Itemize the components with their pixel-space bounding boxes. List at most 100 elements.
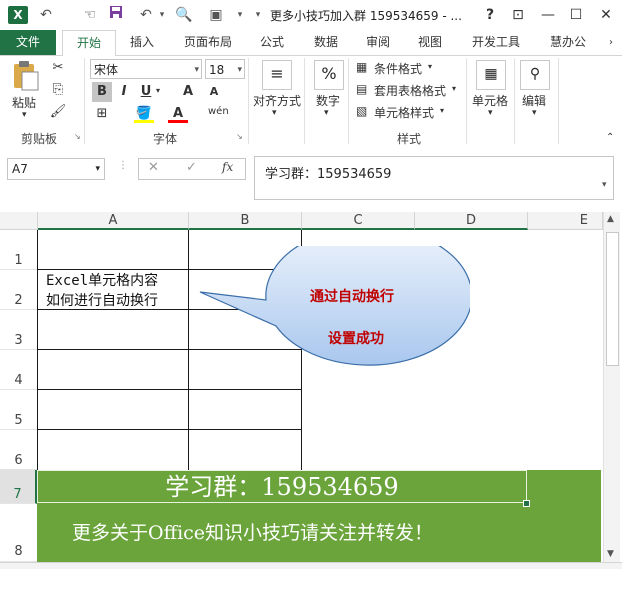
separator bbox=[304, 58, 305, 144]
separator bbox=[348, 58, 349, 144]
cell-styles-icon: ▧ bbox=[356, 104, 368, 118]
tab-view[interactable]: 视图 bbox=[408, 30, 452, 55]
cut-icon[interactable]: ✂ bbox=[48, 58, 68, 78]
column-header-d[interactable]: D bbox=[415, 212, 528, 230]
ribbon: 粘贴 ▾ ✂ ⎘ 🖌 剪贴板 ↘ 宋体 ▾ 18 ▾ B I U ▾ A A ⊞ 🪣… bbox=[0, 56, 622, 149]
tab-page-layout[interactable]: 页面布局 bbox=[176, 30, 240, 55]
qat-more-icon[interactable]: ▾ bbox=[248, 5, 268, 25]
enter-button[interactable]: ✓ bbox=[186, 160, 197, 175]
binoculars-icon[interactable]: ⚲ bbox=[520, 60, 550, 90]
row-header-2[interactable]: 2 bbox=[0, 270, 37, 310]
ribbon-display-button[interactable]: ⊡ bbox=[506, 4, 530, 26]
tab-review[interactable]: 审阅 bbox=[356, 30, 400, 55]
tab-developer[interactable]: 开发工具 bbox=[462, 30, 530, 55]
tab-insert[interactable]: 插入 bbox=[118, 30, 166, 55]
expand-formula-bar-icon[interactable]: ▾ bbox=[602, 180, 607, 190]
print-preview-icon[interactable]: 🔍 bbox=[174, 5, 194, 25]
touch-mode-icon[interactable]: ☜ bbox=[80, 5, 100, 25]
close-button[interactable]: ✕ bbox=[594, 4, 618, 26]
maximize-button[interactable]: ☐ bbox=[564, 4, 588, 26]
tab-data[interactable]: 数据 bbox=[304, 30, 348, 55]
collapse-ribbon-icon[interactable]: ⌃ bbox=[606, 132, 614, 143]
font-color-button[interactable]: A bbox=[168, 104, 188, 123]
formula-input[interactable]: 学习群：159534659 bbox=[254, 156, 614, 200]
borders-icon[interactable]: ⊞ bbox=[92, 104, 112, 124]
column-header-e[interactable]: E bbox=[528, 212, 603, 230]
underline-dropdown-icon[interactable]: ▾ bbox=[156, 86, 160, 95]
chevron-down-icon[interactable]: ▾ bbox=[452, 84, 456, 93]
chevron-down-icon[interactable]: ▾ bbox=[440, 106, 444, 115]
italic-button[interactable]: I bbox=[114, 82, 134, 102]
scroll-up-icon[interactable]: ▲ bbox=[607, 214, 614, 224]
formula-bar-grip-icon: ⋮ bbox=[118, 160, 128, 171]
help-button[interactable]: ? bbox=[478, 4, 502, 26]
row-header-7[interactable]: 7 bbox=[0, 470, 37, 504]
camera-icon[interactable]: ▣ bbox=[206, 5, 226, 25]
separator bbox=[514, 58, 515, 144]
phonetic-guide-button[interactable]: wén bbox=[208, 102, 229, 122]
conditional-format-button[interactable]: 条件格式 bbox=[374, 60, 422, 77]
insert-function-button[interactable]: fx bbox=[222, 160, 233, 174]
undo-dropdown-icon[interactable]: ▾ bbox=[152, 5, 172, 25]
tab-home[interactable]: 开始 bbox=[62, 30, 116, 57]
shrink-font-button[interactable]: A bbox=[204, 82, 224, 102]
align-icon[interactable]: ≡ bbox=[262, 60, 292, 90]
alignment-dropdown-icon[interactable]: ▾ bbox=[272, 108, 277, 118]
grow-font-button[interactable]: A bbox=[178, 82, 198, 102]
cells-button[interactable]: 单元格 bbox=[472, 92, 508, 109]
undo-history-icon[interactable]: ↶ bbox=[36, 5, 56, 25]
cells-dropdown-icon[interactable]: ▾ bbox=[488, 108, 493, 118]
font-size-combo[interactable]: 18 ▾ bbox=[205, 59, 245, 79]
fill-color-icon[interactable]: 🪣 bbox=[134, 104, 154, 123]
tab-huibangong[interactable]: 慧办公 bbox=[540, 30, 596, 55]
scroll-thumb[interactable] bbox=[606, 232, 619, 366]
column-header-b[interactable]: B bbox=[189, 212, 302, 230]
column-header-c[interactable]: C bbox=[302, 212, 415, 230]
paste-icon[interactable] bbox=[12, 60, 40, 92]
editing-dropdown-icon[interactable]: ▾ bbox=[532, 108, 537, 118]
row-header-1[interactable]: 1 bbox=[0, 230, 37, 270]
number-dropdown-icon[interactable]: ▾ bbox=[324, 108, 329, 118]
number-button[interactable]: 数字 bbox=[316, 92, 340, 109]
row-header-4[interactable]: 4 bbox=[0, 350, 37, 390]
scroll-down-icon[interactable]: ▼ bbox=[607, 549, 614, 559]
tab-file[interactable]: 文件 bbox=[0, 30, 56, 55]
editing-button[interactable]: 编辑 bbox=[522, 92, 546, 109]
tab-formulas[interactable]: 公式 bbox=[250, 30, 294, 55]
format-as-table-icon: ▤ bbox=[356, 82, 368, 96]
cell-styles-button[interactable]: 单元格样式 bbox=[374, 104, 434, 121]
bold-button[interactable]: B bbox=[92, 82, 112, 102]
select-all-corner[interactable] bbox=[0, 212, 38, 230]
alignment-button[interactable]: 对齐方式 bbox=[253, 92, 301, 109]
row-header-5[interactable]: 5 bbox=[0, 390, 37, 430]
row-header-8[interactable]: 8 bbox=[0, 504, 37, 562]
vertical-scrollbar[interactable]: ▲ ▼ bbox=[603, 212, 620, 564]
row-header-3[interactable]: 3 bbox=[0, 310, 37, 350]
tabs-scroll-right-icon[interactable]: › bbox=[604, 30, 618, 55]
cells-icon[interactable]: ▦ bbox=[476, 60, 506, 90]
minimize-button[interactable]: — bbox=[536, 4, 560, 26]
format-painter-icon[interactable]: 🖌 bbox=[48, 102, 68, 122]
underline-button[interactable]: U bbox=[136, 82, 156, 102]
ribbon-tabs: 文件 开始 插入 页面布局 公式 数据 审阅 视图 开发工具 慧办公 › bbox=[0, 30, 622, 57]
customize-qat-icon[interactable]: ▾ bbox=[230, 5, 250, 25]
paste-button[interactable]: 粘贴 bbox=[12, 94, 36, 111]
format-as-table-button[interactable]: 套用表格格式 bbox=[374, 82, 446, 99]
paste-dropdown-icon[interactable]: ▾ bbox=[22, 110, 27, 120]
cancel-button[interactable]: ✕ bbox=[148, 160, 159, 175]
row-header-6[interactable]: 6 bbox=[0, 430, 37, 470]
copy-icon[interactable]: ⎘ bbox=[48, 80, 68, 100]
font-name-combo[interactable]: 宋体 ▾ bbox=[90, 59, 202, 79]
clipboard-launcher-icon[interactable]: ↘ bbox=[74, 132, 81, 141]
number-format-icon[interactable]: % bbox=[314, 60, 344, 90]
speech-bubble-shape[interactable] bbox=[196, 246, 470, 390]
chevron-down-icon[interactable]: ▾ bbox=[95, 159, 100, 179]
save-icon[interactable] bbox=[106, 5, 126, 25]
callout-line1: 通过自动换行 bbox=[310, 289, 394, 305]
chevron-down-icon[interactable]: ▾ bbox=[428, 62, 432, 71]
column-header-a[interactable]: A bbox=[38, 212, 189, 230]
name-box[interactable]: A7 ▾ bbox=[7, 158, 105, 180]
font-launcher-icon[interactable]: ↘ bbox=[236, 132, 243, 141]
font-size-value: 18 bbox=[209, 63, 225, 77]
cell-border bbox=[37, 429, 302, 430]
